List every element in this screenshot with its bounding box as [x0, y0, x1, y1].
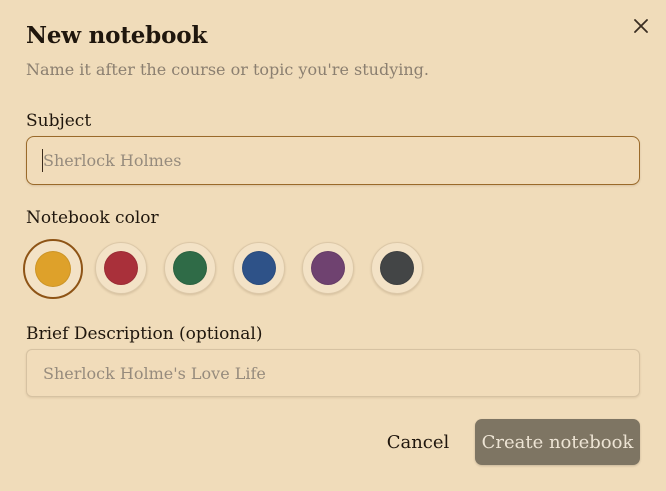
- close-icon: [634, 19, 648, 33]
- color-dot-charcoal: [380, 251, 414, 285]
- notebook-color-label: Notebook color: [26, 208, 159, 228]
- subject-label: Subject: [26, 111, 92, 131]
- create-notebook-button[interactable]: Create notebook: [475, 419, 640, 465]
- dialog-title: New notebook: [26, 22, 208, 49]
- dialog-subtitle: Name it after the course or topic you're…: [26, 60, 429, 79]
- color-swatch-green[interactable]: [164, 242, 216, 294]
- color-swatch-red[interactable]: [95, 242, 147, 294]
- color-dot-purple: [311, 251, 345, 285]
- color-dot-red: [104, 251, 138, 285]
- description-input[interactable]: [26, 349, 640, 397]
- color-dot-green: [173, 251, 207, 285]
- color-swatch-purple[interactable]: [302, 242, 354, 294]
- new-notebook-dialog: New notebook Name it after the course or…: [0, 0, 666, 491]
- color-dot-yellow: [35, 251, 71, 287]
- color-dot-blue: [242, 251, 276, 285]
- description-label: Brief Description (optional): [26, 324, 263, 344]
- subject-input[interactable]: [26, 136, 640, 185]
- text-caret: [42, 149, 43, 172]
- color-swatch-charcoal[interactable]: [371, 242, 423, 294]
- color-swatch-yellow[interactable]: [23, 239, 83, 299]
- cancel-button[interactable]: Cancel: [381, 419, 455, 465]
- color-swatch-blue[interactable]: [233, 242, 285, 294]
- close-button[interactable]: [628, 13, 654, 39]
